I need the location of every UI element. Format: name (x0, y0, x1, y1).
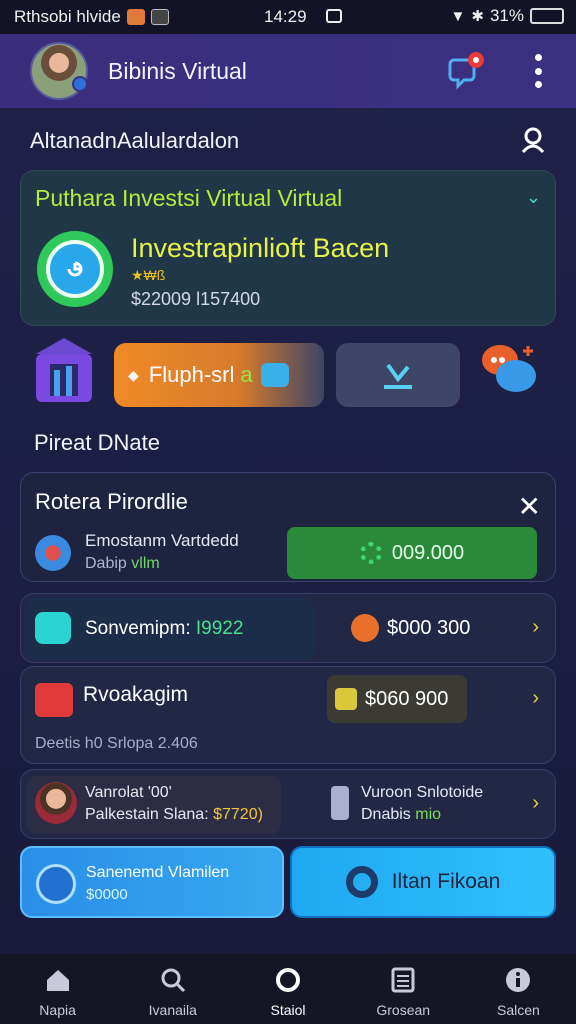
battery-percent: 31% (489, 6, 524, 25)
chevron-right-icon[interactable]: › (532, 792, 539, 815)
action-button[interactable]: Iltan Fikoan (290, 846, 556, 918)
row3-l2-yellow: $7720) (213, 806, 263, 823)
row2-sub: Deetis h0 Srlopa 2.406 (35, 735, 198, 752)
fluph-label: Fluph-srl (148, 362, 235, 387)
send-button-label: Sanenemd Vlamilen (86, 864, 230, 881)
row2-price: $060 900 (365, 687, 449, 710)
tab-label: Grosean (376, 1002, 431, 1018)
bottle-icon (331, 786, 349, 820)
invest-name: Investrapinlioft Bacen (131, 233, 390, 263)
value-button[interactable]: 009.000 (287, 527, 537, 579)
home-icon (46, 970, 69, 991)
tab-grosean[interactable]: Grosean (346, 954, 461, 1024)
status-dot (72, 76, 88, 92)
avatar[interactable] (30, 42, 88, 100)
row1-label: Sonvemipm: (85, 618, 191, 639)
list-item[interactable]: Vanrolat '00' Palkestain Slana: $7720) V… (20, 769, 556, 839)
bluetooth-icon: ✱ (471, 8, 484, 25)
list-item[interactable]: Rvoakagim $060 900 Deetis h0 Srlopa 2.40… (20, 666, 556, 764)
price-box: $060 900 (327, 675, 467, 723)
invest-amount: $22009 l157400 (131, 289, 261, 309)
gear-icon (345, 866, 378, 898)
download-icon (384, 363, 412, 389)
fluph-label-suffix: a (240, 362, 253, 387)
tab-label: Salcen (497, 1002, 540, 1018)
more-vertical-icon[interactable] (526, 54, 550, 88)
chat-notification-icon[interactable] (448, 50, 488, 90)
drop-icon (35, 535, 71, 571)
send-button[interactable]: Sanenemd Vlamilen $0000 (20, 846, 284, 918)
tab-bar: Napia Ivanaila Staiol Grosean Salcen (0, 954, 576, 1024)
row3-r2: Dnabis (361, 806, 411, 823)
tab-label: Napia (39, 1002, 76, 1018)
diamond-icon: ◆ (128, 366, 139, 383)
tab-salcen[interactable]: Salcen (461, 954, 576, 1024)
rota-line2-green: vllm (131, 555, 160, 572)
chart-icon (260, 363, 289, 387)
chevron-down-icon[interactable]: ⌄ (526, 187, 541, 208)
rota-line1: Emostanm Vartdedd (85, 531, 239, 550)
header-title: Bibinis Virtual (108, 57, 247, 84)
battery-icon (530, 8, 564, 24)
carrier-text: Rthsobi hlvide (14, 7, 121, 26)
message-icon (326, 9, 342, 23)
row2-label: Rvoakagim (83, 683, 189, 706)
tab-label: Staiol (270, 1002, 306, 1018)
status-bar: Rthsobi hlvide 14:29 ▼ ✱ 31% (0, 0, 576, 34)
app-header: Bibinis Virtual (0, 34, 576, 108)
row1-label-green: I9922 (195, 618, 244, 639)
user-icon[interactable] (520, 126, 546, 154)
tab-social[interactable]: Staiol (230, 954, 345, 1024)
rota-heading: Rotera Pirordlie (35, 489, 188, 514)
search-icon (161, 968, 185, 993)
app-icon (150, 9, 169, 25)
value-button-label: 009.000 (391, 541, 465, 564)
shield-icon (351, 614, 379, 642)
chevron-right-icon[interactable]: › (532, 687, 539, 710)
sail-icon (36, 864, 76, 904)
app-icon (126, 9, 145, 25)
close-icon[interactable]: ✕ (518, 493, 541, 521)
building-icon[interactable] (32, 336, 96, 406)
row3-r1: Vuroon Snlotoide (361, 784, 484, 801)
coin-icon (37, 231, 113, 307)
gift-icon (35, 683, 73, 717)
row3-l1: Vanrolat '00' (85, 784, 172, 801)
row3-r2-green: mio (415, 806, 442, 823)
invest-card[interactable]: Puthara Investsi Virtual Virtual ⌄ Inves… (20, 170, 556, 326)
tab-home[interactable]: Napia (0, 954, 115, 1024)
fluph-button[interactable]: ◆ Fluph-srl a (114, 343, 324, 407)
action-button-label: Iltan Fikoan (391, 870, 501, 893)
section-title-1: AltanadnAalulardalon (30, 128, 240, 153)
invest-heading: Puthara Investsi Virtual Virtual (35, 185, 343, 211)
rota-card: Rotera Pirordlie ✕ Emostanm Vartdedd Dab… (20, 472, 556, 582)
row1-price: $000 300 (387, 617, 471, 639)
share-icon (35, 612, 71, 644)
chevron-right-icon[interactable]: › (532, 616, 539, 639)
send-button-amount: $0000 (86, 886, 128, 903)
rota-line2: Dabip (85, 555, 127, 572)
calculator-icon (391, 967, 415, 993)
invest-badge: ★₩ß (131, 267, 166, 283)
clock: 14:29 (264, 7, 307, 26)
chat-bubbles-icon[interactable] (478, 340, 540, 398)
tab-label: Ivanaila (148, 1002, 197, 1018)
circle-icon (276, 968, 300, 992)
download-button[interactable] (336, 343, 460, 407)
row3-l2: Palkestain Slana: (85, 806, 209, 823)
avatar (35, 782, 77, 824)
wifi-icon: ▼ (450, 7, 466, 25)
list-item[interactable]: Sonvemipm: I9922 $000 300 › (20, 593, 556, 663)
info-icon (506, 968, 531, 992)
section-title-2: Pireat DNate (34, 430, 160, 455)
tab-search[interactable]: Ivanaila (115, 954, 230, 1024)
gear-icon (359, 542, 382, 564)
tag-icon (335, 688, 357, 710)
